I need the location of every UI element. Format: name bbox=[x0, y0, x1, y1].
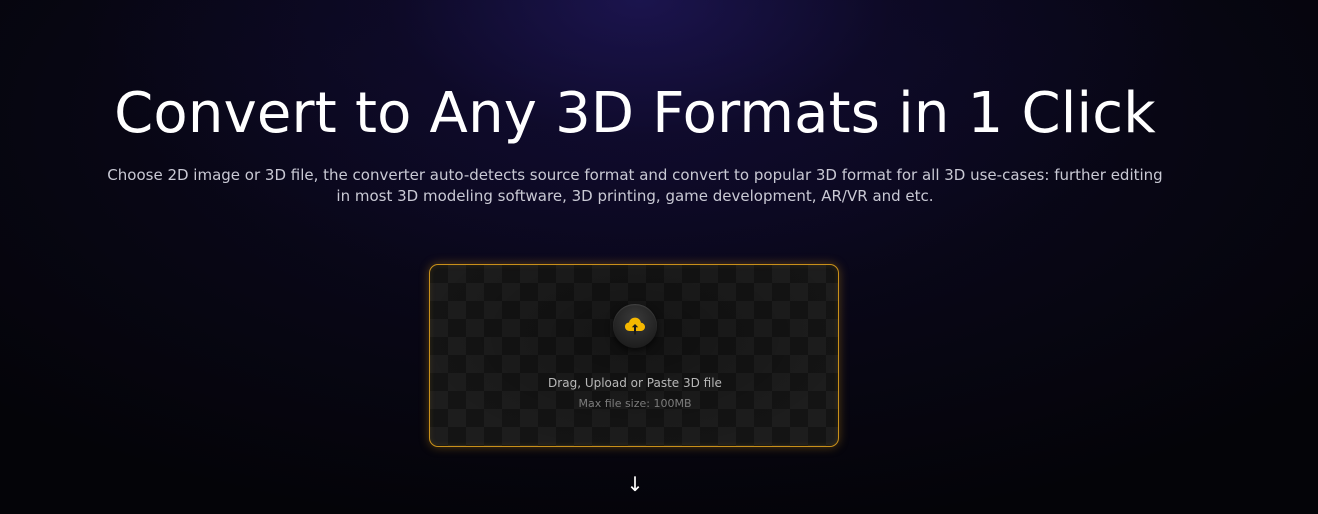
page-subtitle: Choose 2D image or 3D file, the converte… bbox=[107, 166, 1163, 205]
upload-button[interactable] bbox=[613, 304, 657, 348]
cloud-upload-icon bbox=[625, 317, 645, 335]
down-arrow-icon[interactable]: ↓ bbox=[625, 472, 645, 496]
page-title: Convert to Any 3D Formats in 1 Click bbox=[114, 81, 1156, 146]
dropzone-label: Drag, Upload or Paste 3D file bbox=[548, 376, 722, 390]
max-file-size-hint: Max file size: 100MB bbox=[578, 397, 692, 410]
file-dropzone[interactable]: Drag, Upload or Paste 3D file Max file s… bbox=[429, 264, 839, 447]
